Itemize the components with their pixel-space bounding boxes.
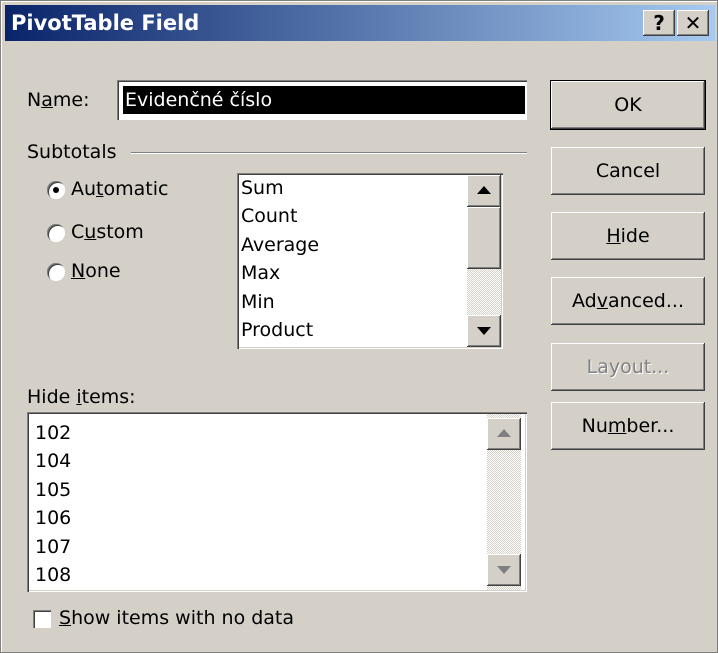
arrow-up-icon: [477, 186, 491, 194]
arrow-up-icon: [497, 429, 511, 437]
list-item[interactable]: Product: [241, 319, 313, 341]
pivottable-field-dialog: PivotTable Field ? ✕ Name: Evidenčné čís…: [0, 0, 718, 653]
list-item[interactable]: 102: [35, 422, 71, 444]
list-item[interactable]: Average: [241, 234, 319, 256]
close-button[interactable]: ✕: [677, 10, 709, 36]
list-item[interactable]: Min: [241, 291, 275, 313]
list-item[interactable]: Max: [241, 262, 280, 284]
hide-items-scrollbar[interactable]: [487, 414, 521, 590]
title-bar[interactable]: PivotTable Field ? ✕: [5, 5, 715, 41]
arrow-down-icon: [497, 566, 511, 574]
layout-button[interactable]: Layout...: [551, 343, 705, 391]
scroll-down-button[interactable]: [487, 554, 521, 586]
name-field[interactable]: Evidenčné číslo: [117, 80, 527, 120]
hide-button[interactable]: Hide: [551, 212, 705, 260]
cancel-button[interactable]: Cancel: [551, 147, 705, 195]
scroll-up-button[interactable]: [467, 175, 501, 207]
radio-none-label[interactable]: None: [71, 260, 121, 282]
ok-button[interactable]: OK: [550, 80, 706, 130]
functions-scrollbar[interactable]: [467, 175, 501, 347]
radio-automatic[interactable]: [47, 181, 65, 199]
hide-items-list[interactable]: 102 104 105 106 107 108: [27, 412, 527, 592]
list-item[interactable]: 105: [35, 479, 71, 501]
list-item[interactable]: 107: [35, 536, 71, 558]
help-button[interactable]: ?: [643, 10, 675, 36]
subtotal-functions-list[interactable]: Sum Count Average Max Min Product: [237, 173, 503, 349]
show-no-data-checkbox[interactable]: [33, 610, 51, 628]
list-item[interactable]: 108: [35, 564, 71, 586]
arrow-down-icon: [477, 327, 491, 335]
list-item[interactable]: Sum: [241, 177, 284, 199]
radio-none[interactable]: [47, 263, 65, 281]
scroll-thumb[interactable]: [467, 207, 501, 269]
number-button[interactable]: Number...: [551, 402, 705, 450]
subtotals-divider: [131, 152, 527, 154]
close-icon: ✕: [684, 11, 702, 35]
help-icon: ?: [653, 11, 665, 35]
radio-custom-label[interactable]: Custom: [71, 221, 144, 243]
scroll-up-button[interactable]: [487, 418, 521, 450]
advanced-button[interactable]: Advanced...: [551, 277, 705, 325]
list-item[interactable]: 104: [35, 450, 71, 472]
list-item[interactable]: 106: [35, 507, 71, 529]
radio-custom[interactable]: [47, 224, 65, 242]
name-field-value: Evidenčné číslo: [123, 86, 525, 114]
radio-automatic-label[interactable]: Automatic: [71, 178, 168, 200]
show-no-data-label[interactable]: Show items with no data: [59, 607, 294, 629]
name-label: Name:: [27, 89, 90, 111]
scroll-down-button[interactable]: [467, 315, 501, 347]
hide-items-label: Hide items:: [27, 386, 136, 408]
list-item[interactable]: Count: [241, 205, 297, 227]
subtotals-label: Subtotals: [27, 141, 117, 163]
window-title: PivotTable Field: [11, 11, 200, 35]
